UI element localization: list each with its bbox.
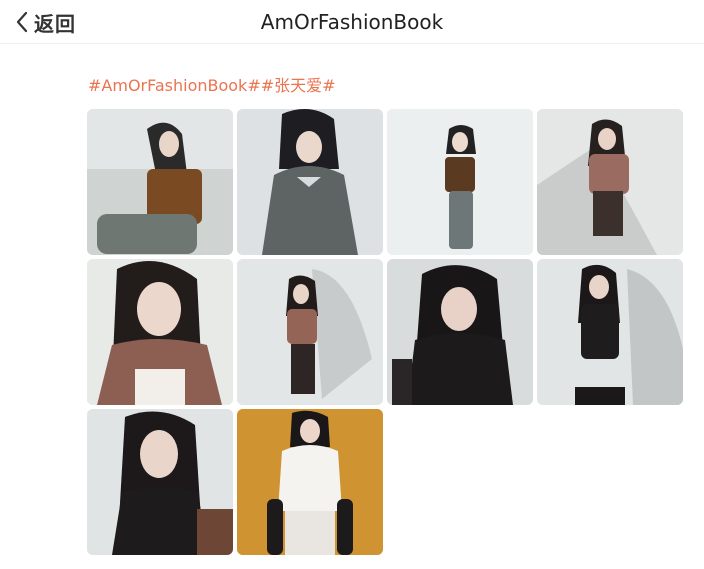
photo-thumbnail[interactable] — [87, 259, 233, 405]
photo-thumbnail[interactable] — [537, 109, 683, 255]
page-title: AmOrFashionBook — [260, 10, 444, 34]
photo-thumbnail[interactable] — [237, 259, 383, 405]
photo-grid — [87, 109, 685, 555]
photo-thumbnail[interactable] — [387, 109, 533, 255]
photo-thumbnail[interactable] — [87, 409, 233, 555]
photo-thumbnail[interactable] — [387, 259, 533, 405]
photo-thumbnail[interactable] — [87, 109, 233, 255]
top-bar: 返回 AmOrFashionBook — [0, 0, 704, 44]
photo-thumbnail[interactable] — [237, 109, 383, 255]
photo-thumbnail[interactable] — [537, 259, 683, 405]
photo-thumbnail[interactable] — [237, 409, 383, 555]
hashtag-link[interactable]: #AmOrFashionBook##张天爱# — [88, 72, 336, 96]
